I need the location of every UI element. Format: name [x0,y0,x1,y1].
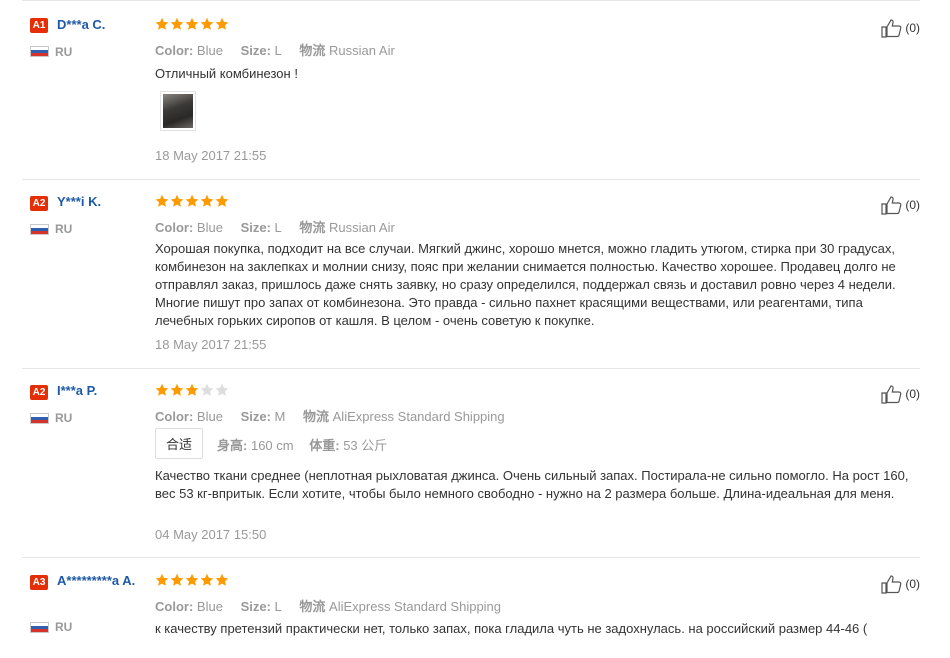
shipping-value: AliExpress Standard Shipping [329,599,502,614]
review-text: Качество ткани среднее (неплотная рыхлов… [155,468,909,501]
star-filled-icon [185,17,199,31]
helpful-count: (0) [905,21,920,35]
star-filled-icon [155,194,169,208]
fit-tag: 合适 [155,428,204,459]
weight-value: 53 公斤 [343,438,388,453]
review-date: 18 May 2017 21:55 [155,148,267,163]
star-filled-icon [155,17,169,31]
size-value: L [274,43,282,58]
level-badge: A3 [30,575,48,590]
color-label: Color: [155,599,194,614]
size-label: Size: [240,409,271,424]
helpful-button[interactable]: (0) [880,384,920,404]
level-badge: A2 [30,196,48,211]
review-text: Отличный комбинезон ! [155,66,298,81]
star-rating [155,383,229,399]
shipping-value: Russian Air [329,220,395,235]
shipping-value: Russian Air [329,43,395,58]
color-label: Color: [155,409,194,424]
review-item: A2 Y***i K. RU Color: Blue Size: L 物流 Ru… [22,180,920,369]
helpful-button[interactable]: (0) [880,18,920,38]
star-filled-icon [215,573,229,587]
height-label: 身高: [217,438,248,453]
top-divider [22,0,920,1]
star-filled-icon [170,573,184,587]
reviewer-name[interactable]: I***a P. [57,383,149,399]
review-item: A2 I***a P. RU Color: Blue Size: M 物流 Al… [22,369,920,558]
star-filled-icon [200,17,214,31]
shipping-label: 物流 [299,43,326,58]
review-text: Хорошая покупка, подходит на все случаи.… [155,241,896,328]
review-date: 18 May 2017 21:55 [155,337,267,352]
height-value: 160 cm [250,438,294,453]
order-info: Color: Blue Size: L 物流 Russian Air [155,217,395,236]
star-filled-icon [215,194,229,208]
star-filled-icon [185,194,199,208]
star-filled-icon [155,573,169,587]
level-badge: A2 [30,385,48,400]
star-rating [155,194,229,210]
order-info: Color: Blue Size: L 物流 Russian Air [155,40,395,59]
review-item: A3 A*********a A. RU Color: Blue Size: L… [22,558,920,658]
reviewer-country: RU [55,222,73,236]
star-empty-icon [215,383,229,397]
weight-label: 体重: [309,438,340,453]
size-value: L [274,599,282,614]
star-rating [155,573,229,589]
star-filled-icon [185,383,199,397]
shipping-label: 物流 [303,409,330,424]
review-photo[interactable] [160,91,196,131]
thumbs-up-icon [881,575,902,594]
thumbs-up-icon [881,19,902,38]
shipping-label: 物流 [299,599,326,614]
order-info: Color: Blue Size: M 物流 AliExpress Standa… [155,406,505,425]
helpful-count: (0) [905,387,920,401]
size-label: Size: [240,599,271,614]
shipping-label: 物流 [299,220,326,235]
flag-icon [30,622,49,633]
color-label: Color: [155,43,194,58]
star-filled-icon [170,17,184,31]
color-value: Blue [196,409,223,424]
helpful-count: (0) [905,577,920,591]
size-label: Size: [240,220,271,235]
star-empty-icon [200,383,214,397]
thumbs-up-icon [881,196,902,215]
order-info: Color: Blue Size: L 物流 AliExpress Standa… [155,596,501,615]
star-filled-icon [200,573,214,587]
helpful-count: (0) [905,198,920,212]
review-item: A1 D***a C. RU Color: Blue Size: L 物流 Ru… [22,2,920,180]
star-filled-icon [200,194,214,208]
size-value: M [274,409,286,424]
level-badge: A1 [30,18,48,33]
shipping-value: AliExpress Standard Shipping [332,409,505,424]
reviewer-country: RU [55,45,73,59]
star-filled-icon [185,573,199,587]
reviewer-name[interactable]: A*********a A. [57,573,149,589]
reviewer-country: RU [55,620,73,634]
star-filled-icon [170,383,184,397]
color-value: Blue [196,599,223,614]
star-filled-icon [215,17,229,31]
review-text: к качеству претензий практически нет, то… [155,621,868,636]
star-filled-icon [155,383,169,397]
color-value: Blue [196,220,223,235]
reviewer-country: RU [55,411,73,425]
color-label: Color: [155,220,194,235]
reviewer-name[interactable]: D***a C. [57,17,149,33]
review-date: 04 May 2017 15:50 [155,527,267,542]
helpful-button[interactable]: (0) [880,574,920,594]
thumbs-up-icon [881,385,902,404]
flag-icon [30,413,49,424]
star-rating [155,17,229,33]
body-dimensions: 身高: 160 cm 体重: 53 公斤 [217,435,387,454]
reviewer-name[interactable]: Y***i K. [57,194,149,210]
flag-icon [30,46,49,57]
flag-icon [30,224,49,235]
size-label: Size: [240,43,271,58]
color-value: Blue [196,43,223,58]
helpful-button[interactable]: (0) [880,195,920,215]
size-value: L [274,220,282,235]
star-filled-icon [170,194,184,208]
